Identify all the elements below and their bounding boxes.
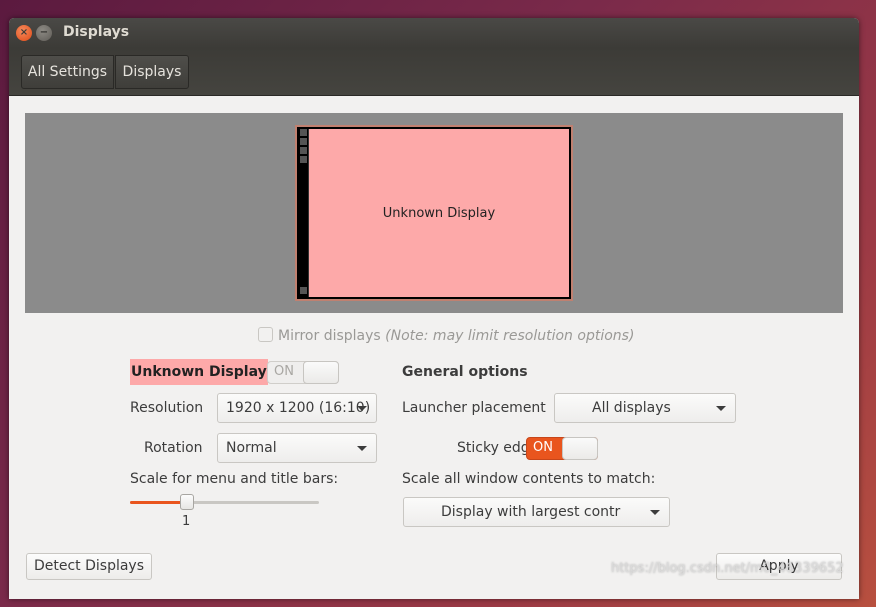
scale-all-value: Display with largest contr — [441, 504, 621, 520]
close-icon[interactable]: × — [16, 25, 32, 41]
toggle-knob[interactable] — [562, 437, 598, 460]
rotation-label: Rotation — [144, 440, 203, 456]
monitor-label: Unknown Display — [382, 206, 496, 221]
breadcrumb-displays[interactable]: Displays — [115, 55, 189, 89]
display-power-toggle[interactable]: ON — [267, 361, 339, 384]
breadcrumb-all-settings[interactable]: All Settings — [21, 55, 114, 89]
mirror-note: (Note: may limit resolution options) — [385, 328, 635, 344]
launcher-placement-value: All displays — [592, 400, 671, 416]
title-bar: × − Displays — [9, 18, 859, 48]
scale-label: Scale for menu and title bars: — [130, 471, 339, 487]
rotation-value: Normal — [226, 440, 277, 456]
chevron-down-icon — [650, 510, 660, 515]
minimize-icon[interactable]: − — [36, 25, 52, 41]
scale-all-label: Scale all window contents to match: — [402, 471, 656, 487]
launcher-icon-slot — [300, 129, 307, 136]
resolution-dropdown[interactable]: 1920 x 1200 (16:10) — [217, 393, 377, 423]
window-title: Displays — [63, 24, 130, 40]
chevron-down-icon — [357, 446, 367, 451]
sticky-edges-toggle[interactable]: ON — [526, 437, 598, 460]
scale-value: 1 — [182, 514, 191, 529]
display-name: Unknown Display — [130, 359, 268, 385]
launcher-placement-label: Launcher placement — [402, 400, 546, 416]
chevron-down-icon — [716, 406, 726, 411]
scale-all-dropdown[interactable]: Display with largest contr — [403, 497, 670, 527]
watermark: https://blog.csdn.net/m0_46339652 — [611, 561, 844, 576]
chevron-down-icon — [357, 406, 367, 411]
monitor-screen: Unknown Display — [308, 129, 569, 297]
detect-displays-button[interactable]: Detect Displays — [26, 553, 152, 580]
display-arrangement-area: Unknown Display — [25, 113, 843, 313]
toolbar: All Settings Displays — [9, 48, 859, 96]
scale-slider-handle[interactable] — [180, 494, 194, 510]
displays-window: × − Displays All Settings Displays Unkno… — [9, 18, 859, 599]
toggle-label: ON — [533, 440, 553, 455]
mirror-displays-option[interactable]: Mirror displays (Note: may limit resolut… — [258, 327, 634, 344]
resolution-value: 1920 x 1200 (16:10) — [226, 400, 371, 416]
resolution-label: Resolution — [130, 400, 204, 416]
launcher-icon-slot — [300, 138, 307, 145]
monitor-preview[interactable]: Unknown Display — [295, 125, 573, 301]
mirror-checkbox[interactable] — [258, 327, 273, 342]
toggle-label: ON — [274, 364, 294, 379]
launcher-placement-dropdown[interactable]: All displays — [554, 393, 736, 423]
mirror-label: Mirror displays — [278, 328, 381, 344]
launcher-icon-slot — [300, 156, 307, 163]
rotation-dropdown[interactable]: Normal — [217, 433, 377, 463]
scale-slider-fill — [130, 501, 187, 504]
general-options-heading: General options — [402, 364, 528, 380]
launcher-icon-slot — [300, 287, 307, 294]
launcher-icon-slot — [300, 147, 307, 154]
toggle-knob[interactable] — [303, 361, 339, 384]
